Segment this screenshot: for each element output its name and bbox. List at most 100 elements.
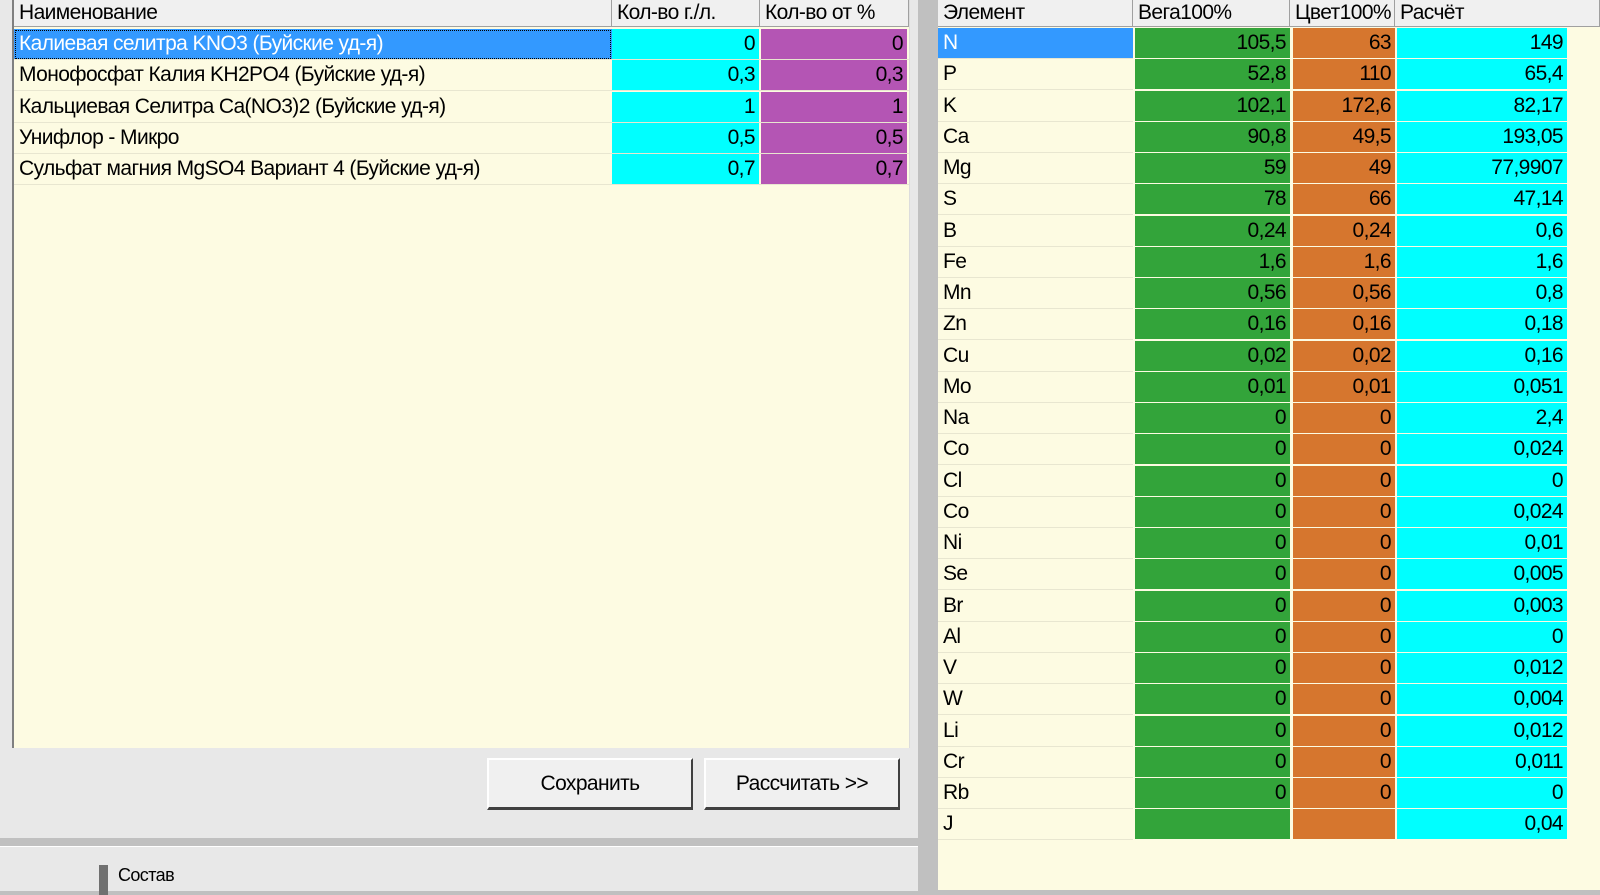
element-row[interactable]: Cu 0,02 0,02 0,16 [938,340,1600,372]
element-row[interactable]: N 105,5 63 149 [938,28,1600,59]
cvet-cell[interactable] [1293,809,1395,840]
cvet-cell[interactable]: 0 [1293,496,1395,527]
calc-cell[interactable]: 0,011 [1397,746,1567,777]
qty-gl-cell[interactable]: 0 [612,29,759,59]
qty-pct-cell[interactable]: 0,3 [761,60,907,91]
composition-row[interactable]: Кальциевая Селитра Ca(NO3)2 (Буйские уд-… [14,91,909,123]
column-header-calc[interactable]: Расчёт [1395,0,1600,27]
cvet-cell[interactable]: 0 [1293,434,1395,465]
calc-cell[interactable]: 0,16 [1397,340,1567,371]
composition-row[interactable]: Сульфат магния MgSO4 Вариант 4 (Буйские … [14,154,909,186]
vega-cell[interactable]: 52,8 [1135,59,1290,90]
qty-pct-cell[interactable]: 0,7 [761,154,907,185]
element-row[interactable]: Mo 0,01 0,01 0,051 [938,371,1600,403]
element-row[interactable]: Li 0 0 0,012 [938,715,1600,747]
vega-cell[interactable]: 0 [1135,621,1290,652]
cvet-cell[interactable]: 0 [1293,590,1395,621]
vega-cell[interactable]: 0 [1135,496,1290,527]
cvet-cell[interactable]: 63 [1293,28,1395,58]
column-header-qty-gl[interactable]: Кол-во г./л. [612,0,760,27]
elements-grid[interactable]: Элемент Вега100% Цвет100% Расчёт N 105,5 6… [938,0,1600,890]
calc-cell[interactable]: 0,004 [1397,684,1567,715]
qty-gl-cell[interactable]: 1 [612,91,759,122]
calc-cell[interactable]: 0,01 [1397,528,1567,558]
calc-cell[interactable]: 0,8 [1397,278,1567,308]
column-header-vega[interactable]: Вега100% [1133,0,1290,27]
vega-cell[interactable]: 102,1 [1135,90,1290,121]
calculate-button[interactable]: Рассчитать >> [704,758,900,810]
element-row[interactable]: W 0 0 0,004 [938,684,1600,716]
vega-cell[interactable]: 0,02 [1135,340,1290,371]
column-header-name[interactable]: Наименование [14,0,612,27]
vega-cell[interactable]: 90,8 [1135,121,1290,152]
column-header-element[interactable]: Элемент [938,0,1133,27]
element-symbol[interactable]: Al [938,622,1133,653]
cvet-cell[interactable]: 49,5 [1293,121,1395,152]
fertilizer-name[interactable]: Калиевая селитра KNO3 (Буйские уд-я) [14,29,612,60]
vega-cell[interactable]: 0 [1135,403,1290,433]
vega-cell[interactable] [1135,809,1290,840]
element-row[interactable]: Co 0 0 0,024 [938,434,1600,466]
cvet-cell[interactable]: 0 [1293,684,1395,715]
element-row[interactable]: Mn 0,56 0,56 0,8 [938,278,1600,309]
composition-row[interactable]: Калиевая селитра KNO3 (Буйские уд-я) 0 0 [14,29,909,60]
cvet-cell[interactable]: 66 [1293,184,1395,215]
vega-cell[interactable]: 0,24 [1135,215,1290,246]
calc-cell[interactable]: 0,18 [1397,309,1567,340]
calc-cell[interactable]: 0,012 [1397,715,1567,746]
qty-gl-cell[interactable]: 0,3 [612,60,759,91]
qty-gl-cell[interactable]: 0,7 [612,154,759,185]
vega-cell[interactable]: 1,6 [1135,246,1290,277]
vega-cell[interactable]: 0 [1135,653,1290,683]
calc-cell[interactable]: 193,05 [1397,121,1567,152]
calc-cell[interactable]: 0,012 [1397,653,1567,683]
cvet-cell[interactable]: 0 [1293,465,1395,496]
vega-cell[interactable]: 0,56 [1135,278,1290,308]
composition-row[interactable]: Монофосфат Калия KH2PO4 (Буйские уд-я) 0,… [14,60,909,92]
calc-cell[interactable]: 0,051 [1397,371,1567,402]
element-symbol[interactable]: Mn [938,278,1133,309]
qty-gl-cell[interactable]: 0,5 [612,122,759,153]
element-row[interactable]: Zn 0,16 0,16 0,18 [938,309,1600,341]
calc-cell[interactable]: 0,6 [1397,215,1567,246]
calc-cell[interactable]: 65,4 [1397,59,1567,90]
element-symbol[interactable]: B [938,216,1133,247]
calc-cell[interactable]: 0 [1397,778,1567,808]
vega-cell[interactable]: 0 [1135,684,1290,715]
cvet-cell[interactable]: 110 [1293,59,1395,90]
element-row[interactable]: Ca 90,8 49,5 193,05 [938,121,1600,153]
element-symbol[interactable]: Rb [938,778,1133,809]
element-row[interactable]: Ni 0 0 0,01 [938,528,1600,559]
element-symbol[interactable]: Cu [938,341,1133,372]
cvet-cell[interactable]: 0,02 [1293,340,1395,371]
cvet-cell[interactable]: 0,56 [1293,278,1395,308]
vega-cell[interactable]: 105,5 [1135,28,1290,58]
element-symbol[interactable]: Cl [938,466,1133,497]
element-symbol[interactable]: Ca [938,122,1133,153]
element-symbol[interactable]: Fe [938,247,1133,278]
fertilizer-name[interactable]: Монофосфат Калия KH2PO4 (Буйские уд-я) [14,60,612,91]
element-symbol[interactable]: Zn [938,309,1133,340]
element-symbol[interactable]: W [938,684,1133,715]
element-row[interactable]: J 0,04 [938,809,1600,841]
element-symbol[interactable]: K [938,91,1133,122]
element-row[interactable]: Co 0 0 0,024 [938,496,1600,528]
element-row[interactable]: P 52,8 110 65,4 [938,59,1600,91]
element-symbol[interactable]: Co [938,434,1133,465]
calc-cell[interactable]: 77,9907 [1397,153,1567,183]
element-row[interactable]: Se 0 0 0,005 [938,559,1600,591]
fertilizer-name[interactable]: Унифлор - Микро [14,123,612,154]
element-row[interactable]: Cr 0 0 0,011 [938,746,1600,778]
calc-cell[interactable]: 0 [1397,465,1567,496]
cvet-cell[interactable]: 172,6 [1293,90,1395,121]
cvet-cell[interactable]: 0 [1293,403,1395,433]
element-symbol[interactable]: Ni [938,528,1133,559]
vega-cell[interactable]: 0 [1135,746,1290,777]
element-row[interactable]: B 0,24 0,24 0,6 [938,215,1600,247]
vega-cell[interactable]: 0 [1135,590,1290,621]
calc-cell[interactable]: 47,14 [1397,184,1567,215]
fertilizer-name[interactable]: Кальциевая Селитра Ca(NO3)2 (Буйские уд-… [14,92,612,123]
element-row[interactable]: Rb 0 0 0 [938,778,1600,809]
cvet-cell[interactable]: 0,24 [1293,215,1395,246]
column-header-cvet[interactable]: Цвет100% [1290,0,1395,27]
